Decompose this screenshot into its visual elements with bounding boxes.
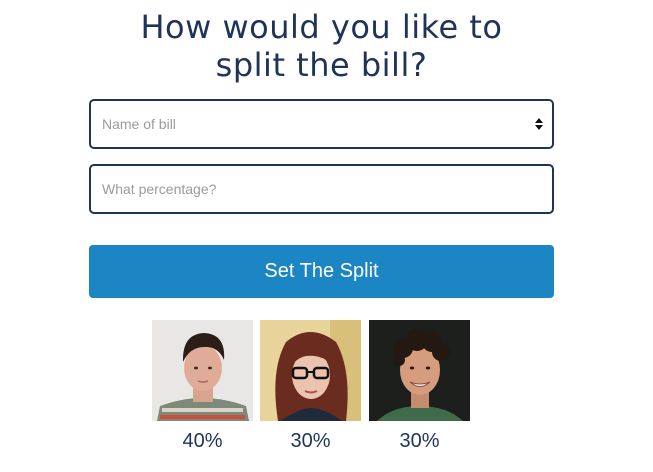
percentage-label: 30% (399, 430, 440, 452)
percentage-label: 30% (290, 430, 331, 452)
person-avatar-2[interactable] (260, 320, 361, 421)
bill-name-select[interactable]: Name of bill (89, 99, 554, 149)
page-title-line-1: How would you like to (140, 8, 503, 46)
page-title-line-2: split the bill? (215, 46, 428, 84)
bill-name-placeholder: Name of bill (102, 116, 176, 132)
set-split-button[interactable]: Set The Split (89, 245, 554, 298)
person-card-1[interactable]: 40% (152, 320, 253, 452)
person-avatar-1[interactable] (152, 320, 253, 421)
person-avatar-3[interactable] (369, 320, 470, 421)
percentage-input[interactable] (91, 166, 552, 212)
percentage-field[interactable] (89, 164, 554, 214)
page-title: How would you like to split the bill? (90, 8, 553, 84)
person-card-2[interactable]: 30% (260, 320, 361, 452)
person-card-3[interactable]: 30% (369, 320, 470, 452)
select-arrows-icon (535, 118, 543, 130)
percentage-label: 40% (182, 430, 223, 452)
